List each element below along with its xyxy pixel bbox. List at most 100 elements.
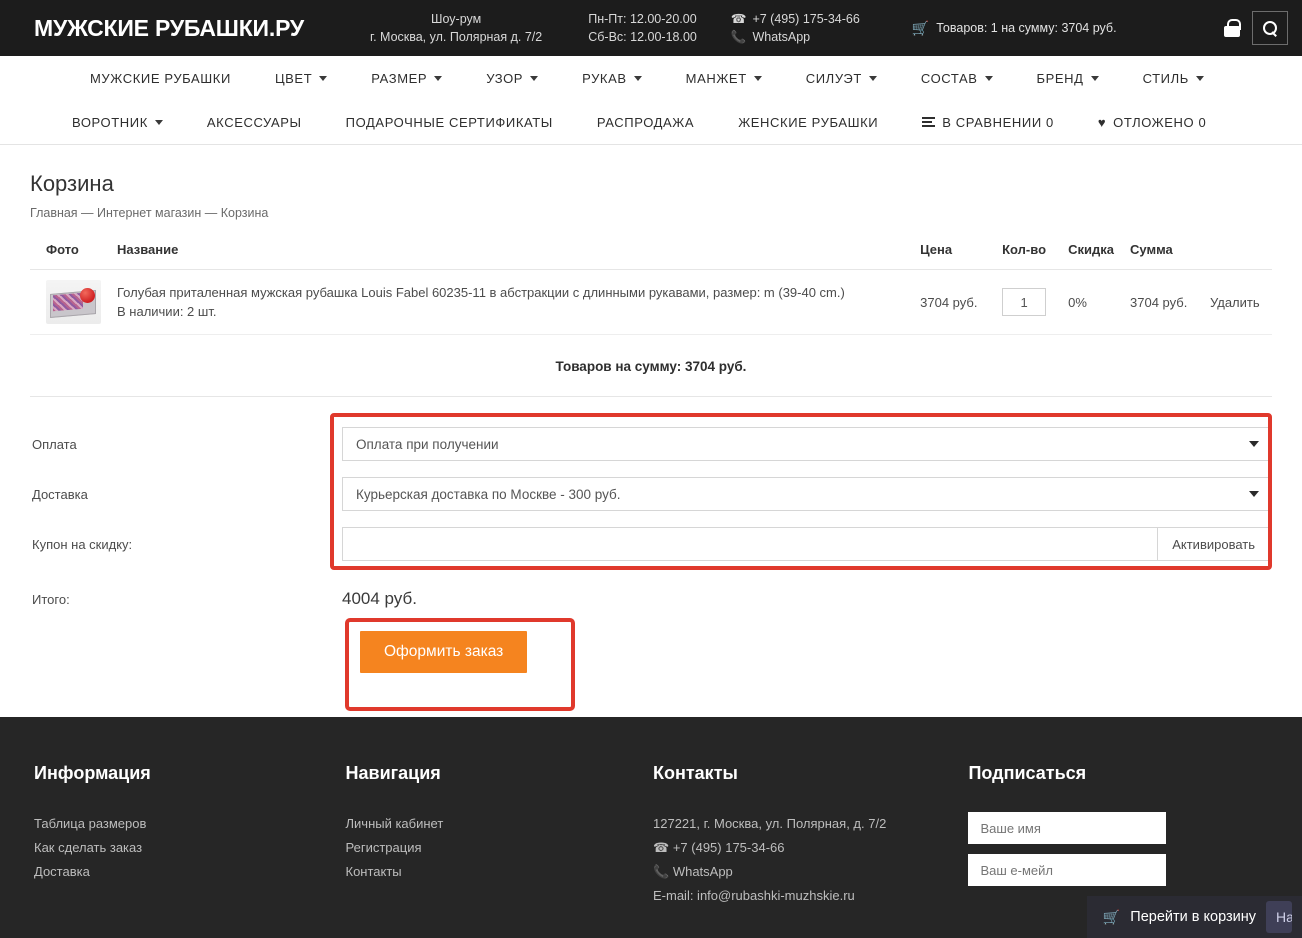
payment-select-wrap: Оплата при получении <box>342 427 1270 461</box>
product-stock-text: В наличии: 2 шт. <box>117 304 217 319</box>
nav-label: СТИЛЬ <box>1142 70 1189 86</box>
nav-item-silhouette[interactable]: СИЛУЭТ <box>806 71 877 86</box>
whatsapp-icon: 📞 <box>730 30 747 44</box>
footer-link-registration[interactable]: Регистрация <box>346 836 654 860</box>
nav-item-brand[interactable]: БРЕНД <box>1037 71 1099 86</box>
coupon-row: Купон на скидку: Активировать <box>30 519 1272 569</box>
footer-heading-navigation: Навигация <box>345 763 441 783</box>
footer-whatsapp-line[interactable]: 📞 WhatsApp <box>653 860 968 884</box>
go-to-cart-label: Перейти в корзину <box>1130 909 1256 925</box>
main-content: Корзина Главная — Интернет магазин — Кор… <box>0 145 1302 711</box>
grand-total-value: 4004 руб. <box>342 589 417 608</box>
nav-label: В СРАВНЕНИИ 0 <box>942 114 1054 130</box>
footer-phone-line[interactable]: ☎ +7 (495) 175-34-66 <box>653 836 968 860</box>
nav-item-size[interactable]: РАЗМЕР <box>371 70 443 86</box>
chevron-down-icon <box>753 75 762 81</box>
whatsapp-label: WhatsApp <box>752 30 811 44</box>
cart-table-body: Голубая приталенная мужская рубашка Loui… <box>30 269 1272 335</box>
nav-item-color[interactable]: ЦВЕТ <box>274 70 328 86</box>
lock-icon[interactable] <box>1224 19 1241 37</box>
column-header-delete <box>1202 242 1272 270</box>
subscribe-name-input[interactable] <box>968 812 1167 844</box>
nav-label: БРЕНД <box>1036 70 1084 86</box>
main-navigation: МУЖСКИЕ РУБАШКИ ЦВЕТ РАЗМЕР УЗОР РУКАВ М… <box>0 56 1302 145</box>
nav-label: АКСЕССУАРЫ <box>206 114 302 130</box>
footer-link-delivery[interactable]: Доставка <box>34 860 346 884</box>
footer-column-information: Информация Таблица размеров Как сделать … <box>34 763 346 938</box>
nav-item-cuff[interactable]: МАНЖЕТ <box>686 71 762 86</box>
telephone-icon: ☎ <box>730 12 747 26</box>
column-header-qty: Кол-во <box>994 242 1061 270</box>
cart-table-head: Фото Название Цена Кол-во Скидка Сумма <box>30 242 1272 270</box>
cart-icon: 🛒 <box>911 20 930 36</box>
search-button[interactable] <box>1252 11 1288 45</box>
whatsapp-line[interactable]: 📞 WhatsApp <box>731 28 860 46</box>
column-header-discount: Скидка <box>1060 242 1122 270</box>
cell-sum: 3704 руб. <box>1122 269 1202 335</box>
coupon-label: Купон на скидку: <box>32 536 133 552</box>
footer-link-account[interactable]: Личный кабинет <box>346 812 654 836</box>
activate-coupon-button[interactable]: Активировать <box>1157 527 1270 561</box>
delivery-select[interactable]: Курьерская доставка по Москве - 300 руб. <box>342 477 1270 511</box>
cell-price: 3704 руб. <box>912 269 995 335</box>
nav-item-style[interactable]: СТИЛЬ <box>1143 71 1204 86</box>
nav-item-mens-shirts[interactable]: МУЖСКИЕ РУБАШКИ <box>90 71 231 86</box>
footer-link-size-chart[interactable]: Таблица размеров <box>34 812 346 836</box>
showroom-info: Шоу-рум г. Москва, ул. Полярная д. 7/2 <box>370 10 542 46</box>
page-title: Корзина <box>30 171 114 196</box>
nav-item-accessories[interactable]: АКСЕССУАРЫ <box>207 115 302 130</box>
footer-link-contacts[interactable]: Контакты <box>346 860 654 884</box>
nav-item-composition[interactable]: СОСТАВ <box>921 71 993 86</box>
place-order-button[interactable]: Оформить заказ <box>360 631 528 673</box>
chevron-down-icon <box>434 75 443 81</box>
nav-row-secondary: ВОРОТНИК АКСЕССУАРЫ ПОДАРОЧНЫЕ СЕРТИФИКА… <box>30 100 1272 144</box>
submit-row: Оформить заказ <box>30 618 1272 711</box>
thumbnail-shirt-shape <box>53 292 83 312</box>
nav-label: РАЗМЕР <box>371 70 428 86</box>
nav-label: ВОРОТНИК <box>72 114 148 130</box>
header-cart-summary[interactable]: 🛒 Товаров: 1 на сумму: 3704 руб. <box>912 21 1117 35</box>
payment-select[interactable]: Оплата при получении <box>342 427 1270 461</box>
cell-delete: Удалить <box>1202 269 1272 335</box>
floating-cart-side-button[interactable]: На <box>1266 901 1292 933</box>
footer-heading-subscribe: Подписаться <box>968 763 1087 783</box>
nav-item-womens-shirts[interactable]: ЖЕНСКИЕ РУБАШКИ <box>738 115 878 130</box>
top-header-bar: МУЖСКИЕ РУБАШКИ.РУ Шоу-рум г. Москва, ул… <box>0 0 1302 56</box>
nav-item-sleeve[interactable]: РУКАВ <box>582 71 642 86</box>
nav-item-gift-certificates[interactable]: ПОДАРОЧНЫЕ СЕРТИФИКАТЫ <box>346 115 553 130</box>
nav-item-sale[interactable]: РАСПРОДАЖА <box>597 115 694 130</box>
phone-line[interactable]: ☎ +7 (495) 175-34-66 <box>731 10 860 28</box>
subscribe-email-input[interactable] <box>968 854 1167 886</box>
product-thumbnail[interactable] <box>46 280 101 324</box>
column-header-sum: Сумма <box>1122 242 1202 270</box>
nav-label: МУЖСКИЕ РУБАШКИ <box>90 70 231 86</box>
cart-goods-total: Товаров на сумму: 3704 руб. <box>30 335 1272 397</box>
nav-label: ЦВЕТ <box>274 70 313 86</box>
product-name-link[interactable]: Голубая приталенная мужская рубашка Loui… <box>117 283 904 302</box>
nav-item-collar[interactable]: ВОРОТНИК <box>72 115 163 130</box>
cart-table: Фото Название Цена Кол-во Скидка Сумма Г… <box>30 242 1272 335</box>
chevron-down-icon <box>1090 75 1099 81</box>
whatsapp-icon: 📞 <box>653 864 670 879</box>
nav-label: РАСПРОДАЖА <box>596 114 695 130</box>
footer-email: E-mail: info@rubashki-muzhskie.ru <box>653 888 855 903</box>
nav-item-compare[interactable]: В СРАВНЕНИИ 0 <box>922 115 1054 130</box>
site-logo[interactable]: МУЖСКИЕ РУБАШКИ.РУ <box>34 15 304 42</box>
coupon-input[interactable] <box>342 527 1158 561</box>
quantity-input[interactable] <box>1002 288 1047 316</box>
nav-label: СОСТАВ <box>920 70 978 86</box>
nav-item-pattern[interactable]: УЗОР <box>486 71 539 86</box>
footer-link-how-to-order[interactable]: Как сделать заказ <box>34 836 346 860</box>
delivery-row: Доставка Курьерская доставка по Москве -… <box>30 469 1272 519</box>
floating-cart-bar[interactable]: 🛒 Перейти в корзину На <box>1086 896 1302 938</box>
cart-icon: 🛒 <box>1102 909 1121 925</box>
nav-label: ЖЕНСКИЕ РУБАШКИ <box>738 114 879 130</box>
chevron-down-icon <box>1195 75 1204 81</box>
column-header-photo: Фото <box>30 242 109 270</box>
cart-header-row: Фото Название Цена Кол-во Скидка Сумма <box>30 242 1272 270</box>
payment-row: Оплата Оплата при получении <box>30 419 1272 469</box>
chevron-down-icon <box>319 75 328 81</box>
heart-icon: ♥ <box>1097 114 1107 130</box>
delete-item-link[interactable]: Удалить <box>1210 295 1260 310</box>
nav-item-wishlist[interactable]: ♥ ОТЛОЖЕНО 0 <box>1098 115 1206 130</box>
